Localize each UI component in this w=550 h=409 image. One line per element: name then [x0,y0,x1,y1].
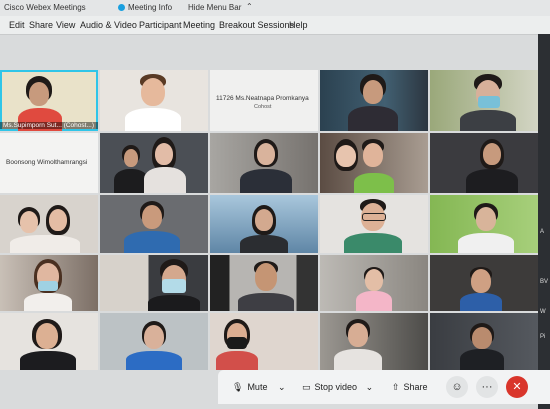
title-bar: Cisco Webex Meetings Meeting Info Hide M… [0,0,550,16]
chevron-down-icon[interactable]: ⌄ [278,382,286,392]
share-button[interactable]: ⇧ Share [392,379,428,395]
participant-name: Ms.Supimporn Sut... (Cohost...) [0,122,98,129]
video-tile[interactable] [100,313,208,370]
leave-meeting-button[interactable]: ✕ [506,376,528,398]
participant-role: Cohost [254,104,272,110]
video-grid: Ms.Supimporn Sut... (Cohost...) 11726 Ms… [0,70,540,370]
chevron-down-icon[interactable]: ⌄ [366,382,374,392]
video-tile[interactable] [430,255,538,311]
stop-video-button[interactable]: ▭ Stop video ⌄ [302,379,373,395]
app-title: Cisco Webex Meetings [4,3,86,12]
video-tile[interactable] [210,255,318,311]
video-tile[interactable]: Boonsong Wimolthamrangsi [0,133,98,193]
share-label: Share [403,382,428,392]
video-tile[interactable] [210,313,318,370]
video-tile[interactable] [100,195,208,253]
video-tile[interactable] [430,313,538,370]
chevron-up-icon[interactable]: ⌃ [246,2,253,11]
panel-initial: Pi [540,334,546,340]
smile-icon: ☺ [451,381,463,393]
video-tile[interactable] [0,195,98,253]
more-icon: ··· [481,381,493,393]
video-tile[interactable] [320,255,428,311]
video-tile[interactable] [430,133,538,193]
panel-initial: BV [540,279,549,285]
video-tile[interactable] [430,70,538,131]
menu-share[interactable]: Share [29,20,53,30]
hide-menu-bar-button[interactable]: Hide Menu Bar [188,3,241,12]
panel-initial: A [540,229,545,235]
more-options-button[interactable]: ··· [476,376,498,398]
reactions-button[interactable]: ☺ [446,376,468,398]
menu-participant[interactable]: Participant [139,20,182,30]
menu-bar: Edit Share View Audio & Video Participan… [0,16,550,35]
menu-help[interactable]: Help [289,20,308,30]
meeting-info-link[interactable]: Meeting Info [128,3,172,12]
video-camera-icon: ▭ [302,382,311,392]
video-tile[interactable] [100,70,208,131]
close-icon: ✕ [512,381,522,393]
mute-label: Mute [247,382,268,392]
menu-audio-video[interactable]: Audio & Video [80,20,137,30]
video-tile[interactable] [320,133,428,193]
video-tile[interactable] [320,195,428,253]
menu-breakout-sessions[interactable]: Breakout Sessions [219,20,294,30]
participant-name: Boonsong Wimolthamrangsi [6,159,88,166]
video-tile[interactable] [210,195,318,253]
video-tile[interactable] [100,133,208,193]
mute-button[interactable]: 🎙 Mute ⌄ [232,379,286,395]
video-tile[interactable] [430,195,538,253]
participants-panel-edge: A BV W Pi [538,34,550,409]
menu-view[interactable]: View [56,20,75,30]
video-tile[interactable] [0,313,98,370]
menu-edit[interactable]: Edit [9,20,25,30]
video-tile[interactable] [210,133,318,193]
menu-meeting[interactable]: Meeting [183,20,215,30]
microphone-icon: 🎙 [232,382,244,392]
info-icon[interactable] [118,4,125,11]
video-tile[interactable]: 11726 Ms.Neatnapa Promkanya Cohost [210,70,318,131]
video-tile[interactable] [100,255,208,311]
stop-video-label: Stop video [314,382,358,392]
video-tile[interactable] [0,255,98,311]
share-icon: ⇧ [392,382,400,392]
video-tile[interactable] [320,313,428,370]
participant-name: 11726 Ms.Neatnapa Promkanya [216,95,309,102]
panel-initial: W [540,309,546,315]
video-tile[interactable] [320,70,428,131]
meeting-controls: 🎙 Mute ⌄ ▭ Stop video ⌄ ⇧ Share ☺ ··· ✕ [218,370,550,404]
video-tile[interactable]: Ms.Supimporn Sut... (Cohost...) [0,70,98,131]
